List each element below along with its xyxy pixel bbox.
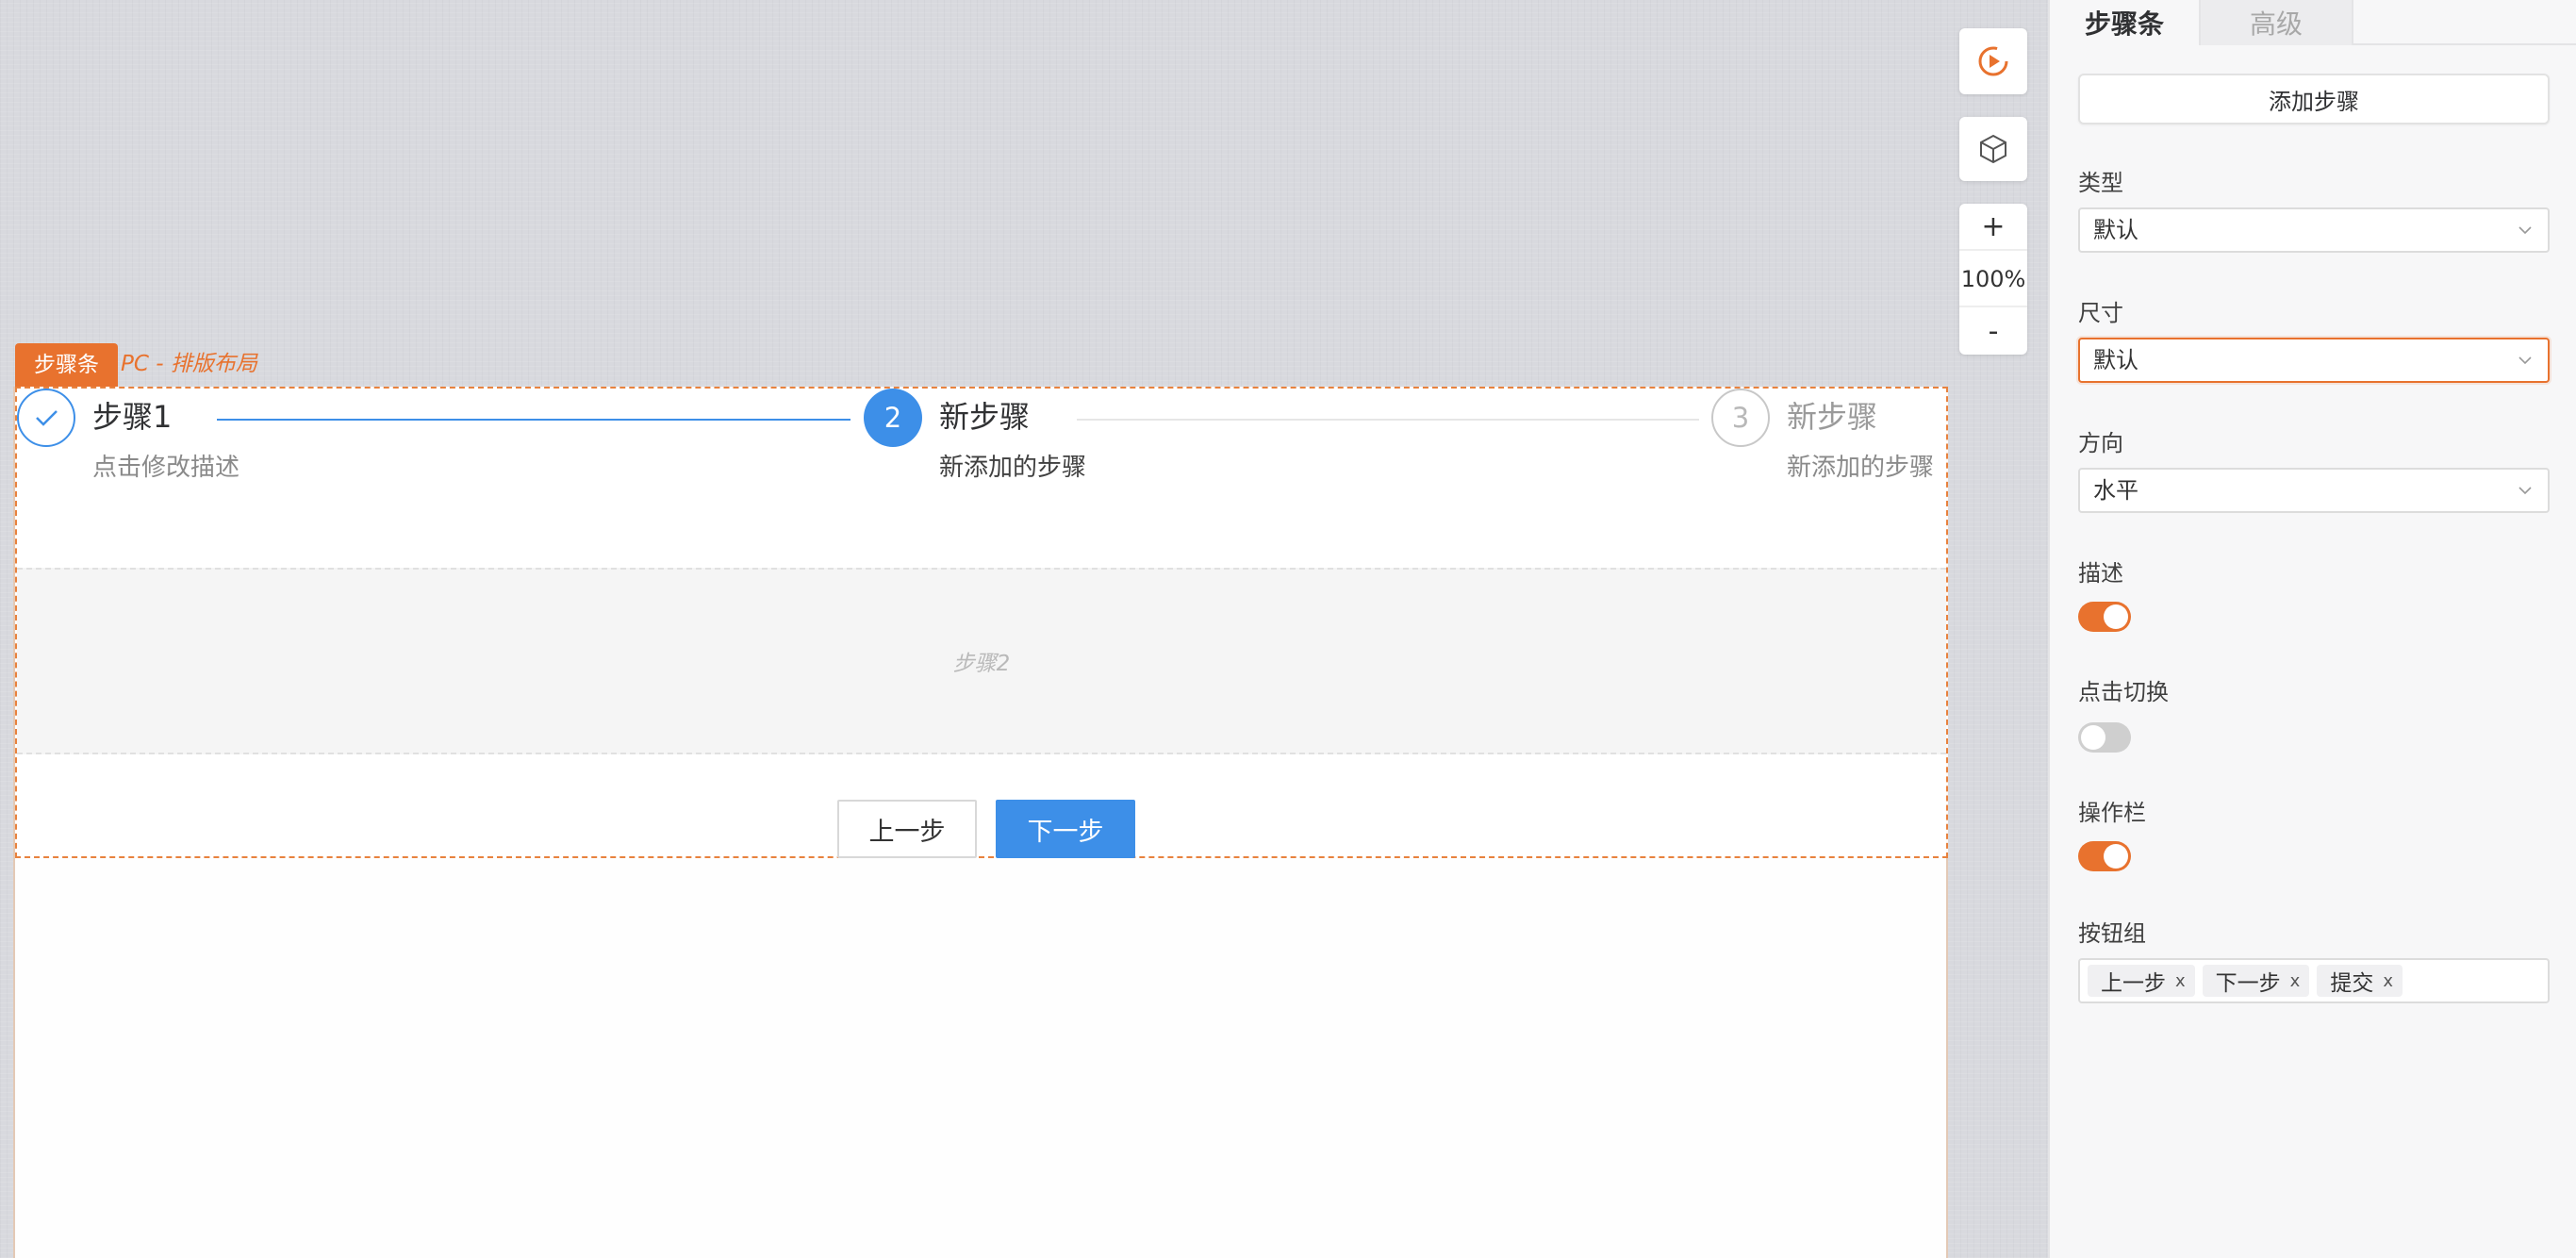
action-bar-label: 操作栏: [2078, 800, 2146, 826]
toggle-knob: [2104, 844, 2128, 869]
step-connector-line: [217, 419, 850, 421]
step-content-placeholder: 步骤2: [952, 652, 1011, 676]
add-step-button[interactable]: 添加步骤: [2078, 74, 2550, 124]
step-description: 点击修改描述: [92, 454, 240, 482]
zoom-level-readout: 100%: [1960, 266, 2026, 292]
step-description: 新添加的步骤: [939, 454, 1087, 482]
step-number-badge: 2: [864, 389, 922, 447]
click-switch-toggle[interactable]: [2078, 722, 2131, 753]
next-step-button[interactable]: 下一步: [996, 800, 1135, 858]
step-title: 新步骤: [1787, 399, 1878, 435]
app-root: 步骤条 PC - 排版布局 步骤1 点击修改描述 2 新步骤 新添加的步骤 3: [0, 0, 2576, 1258]
tag-label: 提交: [2330, 971, 2374, 996]
remove-tag-icon[interactable]: x: [2175, 971, 2186, 991]
3d-view-button[interactable]: [1959, 117, 2027, 181]
steps-action-bar: 上一步 下一步: [837, 800, 1135, 858]
zoom-out-button[interactable]: -: [1959, 306, 2027, 355]
type-select[interactable]: 默认: [2078, 207, 2550, 253]
preview-button[interactable]: [1959, 28, 2027, 94]
step-done-check-icon: [17, 389, 75, 447]
description-label: 描述: [2078, 560, 2123, 587]
button-group-label: 按钮组: [2078, 920, 2146, 947]
button-group-tag: 提交 x: [2317, 965, 2403, 997]
direction-label: 方向: [2078, 430, 2123, 456]
chevron-down-icon: [2518, 356, 2532, 365]
direction-select-value: 水平: [2093, 477, 2138, 504]
description-toggle[interactable]: [2078, 602, 2131, 632]
direction-select[interactable]: 水平: [2078, 468, 2550, 513]
button-group-select[interactable]: 上一步 x 下一步 x 提交 x: [2078, 958, 2550, 1003]
tag-label: 上一步: [2101, 971, 2166, 996]
step-connector-line: [1077, 419, 1699, 421]
cube-icon: [1980, 134, 2006, 164]
panel-tabs: 步骤条 高级: [2050, 0, 2576, 45]
play-circle-icon: [1978, 46, 2008, 76]
properties-panel: 步骤条 高级 添加步骤 类型 默认 尺寸 默认 方向 水平 描述 点击切换 操作…: [2048, 0, 2576, 1258]
step-description: 新添加的步骤: [1787, 454, 1935, 482]
action-bar-toggle[interactable]: [2078, 841, 2131, 871]
prev-step-button[interactable]: 上一步: [837, 800, 977, 858]
type-label: 类型: [2078, 170, 2123, 196]
steps-component[interactable]: 步骤1 点击修改描述 2 新步骤 新添加的步骤 3 新步骤 新添加的步骤 步骤2: [15, 387, 1948, 858]
step-item-3[interactable]: 3 新步骤 新添加的步骤: [1711, 389, 1947, 492]
selected-component-tag[interactable]: 步骤条: [15, 343, 118, 387]
step-content-area[interactable]: 步骤2: [17, 568, 1946, 754]
type-select-value: 默认: [2093, 217, 2138, 243]
remove-tag-icon[interactable]: x: [2290, 971, 2301, 991]
remove-tag-icon[interactable]: x: [2383, 971, 2393, 991]
tag-label: 下一步: [2215, 971, 2281, 996]
step-title: 步骤1: [92, 399, 173, 435]
size-label: 尺寸: [2078, 300, 2123, 326]
step-title: 新步骤: [939, 399, 1031, 435]
chevron-down-icon: [2518, 487, 2532, 495]
click-switch-label: 点击切换: [2078, 679, 2169, 705]
selected-component-path: PC - 排版布局: [121, 352, 257, 376]
size-select[interactable]: 默认: [2078, 338, 2550, 383]
zoom-control: + 100% -: [1959, 204, 2027, 355]
toggle-knob: [2081, 725, 2105, 750]
tab-advanced[interactable]: 高级: [2199, 0, 2353, 45]
toggle-knob: [2104, 604, 2128, 629]
zoom-in-button[interactable]: +: [1959, 204, 2027, 251]
chevron-down-icon: [2518, 226, 2532, 235]
step-number-badge: 3: [1711, 389, 1770, 447]
button-group-tag: 上一步 x: [2088, 965, 2195, 997]
size-select-value: 默认: [2093, 347, 2138, 373]
design-canvas[interactable]: 步骤条 PC - 排版布局 步骤1 点击修改描述 2 新步骤 新添加的步骤 3: [0, 0, 2048, 1258]
tab-steps[interactable]: 步骤条: [2050, 0, 2199, 45]
button-group-tag: 下一步 x: [2202, 965, 2310, 997]
